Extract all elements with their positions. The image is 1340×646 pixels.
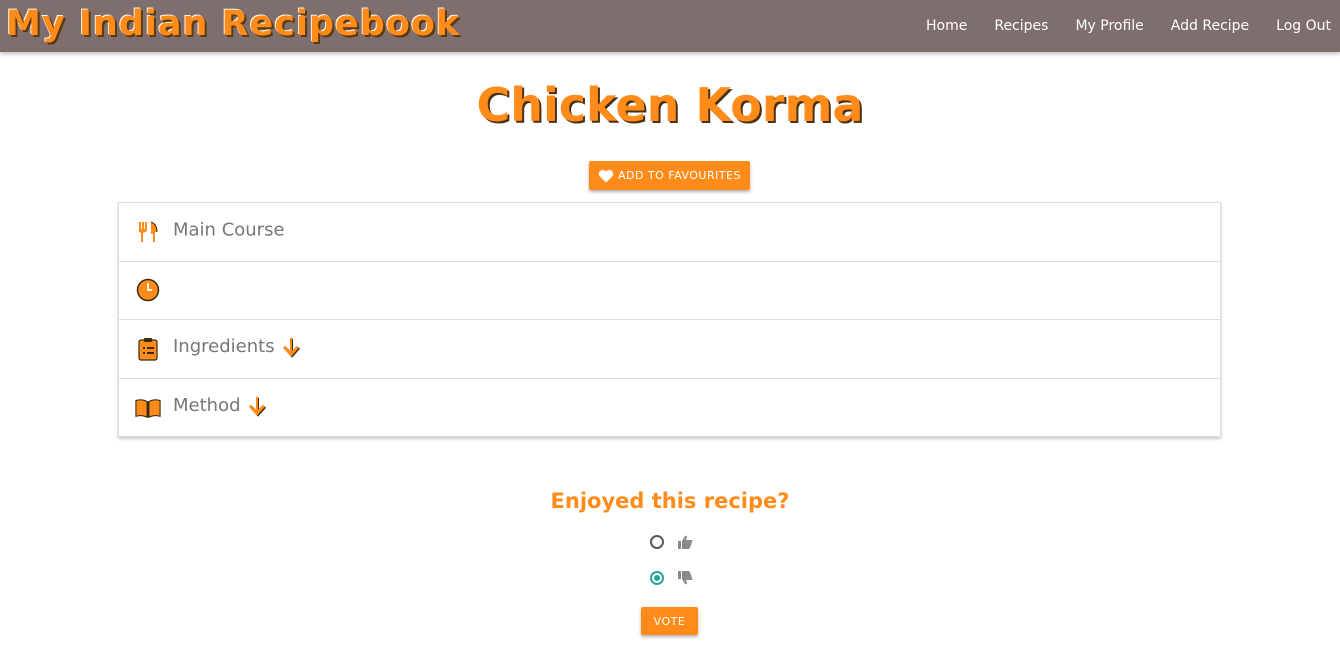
vote-option-dislike[interactable] [650, 570, 693, 586]
vote-option-like[interactable] [650, 534, 693, 550]
arrow-down-icon [247, 395, 267, 417]
list-item-category: Main Course [119, 203, 1220, 262]
nav-add-recipe[interactable]: Add Recipe [1153, 18, 1258, 34]
ingredients-header[interactable]: Ingredients [173, 336, 301, 358]
recipe-title: Chicken Korma [476, 78, 864, 132]
nav-my-profile[interactable]: My Profile [1057, 18, 1152, 34]
like-radio[interactable] [650, 535, 664, 549]
nav-log-out[interactable]: Log Out [1258, 18, 1340, 34]
method-label: Method [173, 395, 241, 417]
thumbs-up-icon [677, 534, 693, 550]
nav-recipes[interactable]: Recipes [976, 18, 1057, 34]
vote-button[interactable]: VOTE [641, 607, 698, 635]
vote-heading: Enjoyed this recipe? [550, 489, 790, 513]
cutlery-icon [135, 219, 161, 245]
add-to-favourites-label: ADD TO FAVOURITES [617, 169, 742, 182]
brand-logo[interactable]: My Indian Recipebook [6, 4, 460, 44]
clipboard-icon [135, 336, 161, 362]
dislike-radio[interactable] [650, 571, 664, 585]
list-item-ingredients[interactable]: Ingredients [119, 320, 1220, 379]
ingredients-label: Ingredients [173, 336, 275, 358]
heart-icon [598, 169, 614, 182]
clock-icon [135, 277, 161, 303]
category-label: Main Course [173, 219, 285, 241]
arrow-down-icon [281, 336, 301, 358]
book-icon [135, 395, 161, 421]
thumbs-down-icon [677, 570, 693, 586]
method-header[interactable]: Method [173, 395, 267, 417]
nav-home[interactable]: Home [908, 18, 976, 34]
add-to-favourites-button[interactable]: ADD TO FAVOURITES [589, 161, 750, 190]
list-item-time [119, 262, 1220, 320]
list-item-method[interactable]: Method [119, 379, 1220, 438]
navbar: My Indian Recipebook Home Recipes My Pro… [0, 0, 1340, 52]
recipe-info-list: Main Course Ingredients Method [118, 202, 1221, 437]
nav-links: Home Recipes My Profile Add Recipe Log O… [908, 0, 1340, 52]
